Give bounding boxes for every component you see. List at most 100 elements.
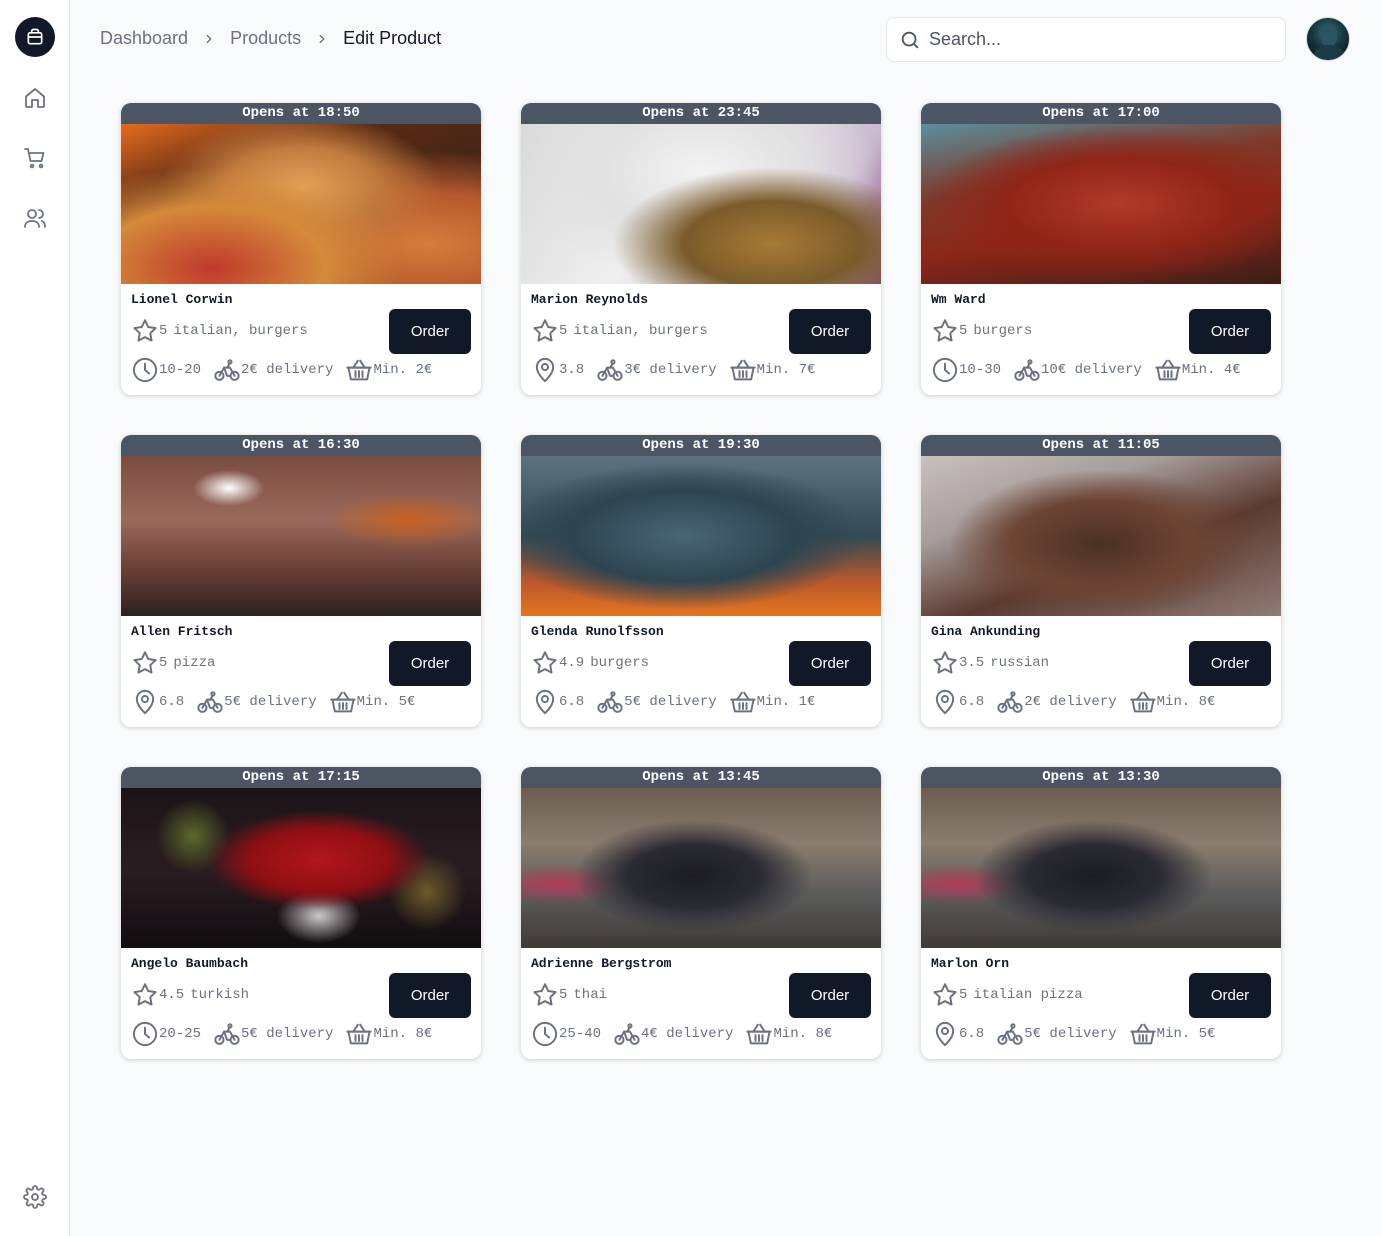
breadcrumb-current: Edit Product xyxy=(343,28,442,48)
restaurant-photo xyxy=(921,456,1281,616)
clock-icon xyxy=(532,1021,558,1047)
restaurant-photo xyxy=(521,124,881,284)
star-icon xyxy=(933,983,957,1006)
bicycle-icon xyxy=(197,691,223,713)
rating-value: 4.9 xyxy=(559,655,585,671)
users-icon xyxy=(24,209,46,228)
restaurant-name[interactable]: Gina Ankunding xyxy=(931,624,1040,639)
restaurant-card[interactable]: Opens at 16:30 Allen Fritsch 5 pizza Order 6.… xyxy=(121,435,481,727)
minimum-order: Min. 4€ xyxy=(1154,356,1241,384)
sidebar xyxy=(0,0,70,1236)
order-button[interactable]: Order xyxy=(1189,973,1271,1018)
minimum-order: Min. 1€ xyxy=(729,688,816,716)
minimum-order-value: Min. 1€ xyxy=(756,694,816,710)
delivery-time: 10-20 xyxy=(131,356,201,384)
clock-icon xyxy=(132,357,158,383)
restaurant-card[interactable]: Opens at 17:15 Angelo Baumbach 4.5 turkish O… xyxy=(121,767,481,1059)
cuisine-tags: turkish xyxy=(190,987,250,1003)
meta-value: 6.8 xyxy=(159,694,185,710)
opening-time-banner: Opens at 13:30 xyxy=(921,767,1281,788)
opening-time-banner: Opens at 13:45 xyxy=(521,767,881,788)
basket-icon xyxy=(729,359,756,381)
restaurant-card[interactable]: Opens at 11:05 Gina Ankunding 3.5 russian Or… xyxy=(921,435,1281,727)
info-row: 6.8 5€ delivery Min. 5€ xyxy=(131,688,427,716)
distance: 3.8 xyxy=(531,356,584,384)
breadcrumb-dashboard[interactable]: Dashboard xyxy=(100,28,188,49)
settings-button[interactable] xyxy=(21,1183,49,1211)
star-icon xyxy=(533,651,557,674)
meta-value: 6.8 xyxy=(559,694,585,710)
restaurant-name[interactable]: Wm Ward xyxy=(931,292,986,307)
rating-value: 3.5 xyxy=(959,655,985,671)
basket-icon xyxy=(346,359,373,381)
restaurant-name[interactable]: Angelo Baumbach xyxy=(131,956,248,971)
sidebar-item-users[interactable] xyxy=(21,204,49,232)
order-button[interactable]: Order xyxy=(389,309,471,354)
rating-value: 5 xyxy=(559,987,568,1003)
info-row: 6.8 5€ delivery Min. 1€ xyxy=(531,688,827,716)
distance: 6.8 xyxy=(931,688,984,716)
order-button[interactable]: Order xyxy=(789,641,871,686)
restaurant-card[interactable]: Opens at 13:45 Adrienne Bergstrom 5 thai Ord… xyxy=(521,767,881,1059)
meta-value: 10-20 xyxy=(159,362,202,378)
delivery-fee: 4€ delivery xyxy=(613,1020,733,1048)
rating-value: 5 xyxy=(959,987,968,1003)
shopping-bag-logo[interactable] xyxy=(15,17,55,57)
restaurant-name[interactable]: Glenda Runolfsson xyxy=(531,624,664,639)
cuisine-tags: burgers xyxy=(973,323,1033,339)
restaurant-name[interactable]: Adrienne Bergstrom xyxy=(531,956,671,971)
order-button[interactable]: Order xyxy=(1189,641,1271,686)
bag-icon xyxy=(27,28,43,45)
search-input[interactable] xyxy=(929,29,1269,50)
sidebar-item-home[interactable] xyxy=(21,84,49,112)
rating-value: 5 xyxy=(959,323,968,339)
delivery-fee-value: 5€ delivery xyxy=(241,1026,334,1042)
restaurant-name[interactable]: Marion Reynolds xyxy=(531,292,648,307)
delivery-time: 10-30 xyxy=(931,356,1001,384)
search-box xyxy=(886,17,1286,62)
restaurant-card[interactable]: Opens at 17:00 Wm Ward 5 burgers Order 10-30 1… xyxy=(921,103,1281,395)
meta-value: 6.8 xyxy=(959,1026,985,1042)
minimum-order: Min. 8€ xyxy=(1129,688,1215,716)
rating-value: 5 xyxy=(559,323,568,339)
order-button[interactable]: Order xyxy=(389,641,471,686)
gear-icon xyxy=(23,1185,47,1209)
info-row: 10-20 2€ delivery Min. 2€ xyxy=(131,356,444,384)
basket-icon xyxy=(346,1023,373,1045)
info-row: 6.8 2€ delivery Min. 8€ xyxy=(931,688,1227,716)
minimum-order-value: Min. 7€ xyxy=(756,362,816,378)
cuisine-tags: russian xyxy=(990,655,1050,671)
rating-value: 5 xyxy=(159,655,168,671)
restaurant-card[interactable]: Opens at 13:30 Marlon Orn 5 italian pizza Or… xyxy=(921,767,1281,1059)
breadcrumb-products[interactable]: Products xyxy=(230,28,301,49)
restaurant-name[interactable]: Marlon Orn xyxy=(931,956,1009,971)
sidebar-item-cart[interactable] xyxy=(21,144,49,172)
restaurant-card[interactable]: Opens at 18:50 Lionel Corwin 5 italian, bur… xyxy=(121,103,481,395)
order-button[interactable]: Order xyxy=(789,973,871,1018)
order-button[interactable]: Order xyxy=(1189,309,1271,354)
basket-icon xyxy=(1129,1023,1156,1045)
restaurant-photo xyxy=(121,788,481,948)
restaurant-name[interactable]: Allen Fritsch xyxy=(131,624,232,639)
home-icon xyxy=(25,88,45,108)
basket-icon xyxy=(329,691,356,713)
rating-row: 5 italian, burgers xyxy=(531,317,708,345)
basket-icon xyxy=(1129,691,1156,713)
restaurant-name[interactable]: Lionel Corwin xyxy=(131,292,232,307)
rating-value: 5 xyxy=(159,323,168,339)
map-pin-icon xyxy=(135,690,155,715)
cuisine-tags: thai xyxy=(573,987,608,1003)
order-button[interactable]: Order xyxy=(789,309,871,354)
info-row: 6.8 5€ delivery Min. 5€ xyxy=(931,1020,1227,1048)
minimum-order: Min. 8€ xyxy=(345,1020,432,1048)
star-icon xyxy=(133,651,157,674)
rating-row: 5 italian pizza xyxy=(931,981,1083,1009)
restaurant-card[interactable]: Opens at 23:45 Marion Reynolds 5 italian, b… xyxy=(521,103,881,395)
star-icon xyxy=(533,983,557,1006)
avatar[interactable] xyxy=(1306,17,1350,61)
order-button[interactable]: Order xyxy=(389,973,471,1018)
restaurant-photo xyxy=(121,124,481,284)
bicycle-icon xyxy=(614,1023,640,1045)
cuisine-tags: pizza xyxy=(173,655,216,671)
restaurant-card[interactable]: Opens at 19:30 Glenda Runolfsson 4.9 burger… xyxy=(521,435,881,727)
